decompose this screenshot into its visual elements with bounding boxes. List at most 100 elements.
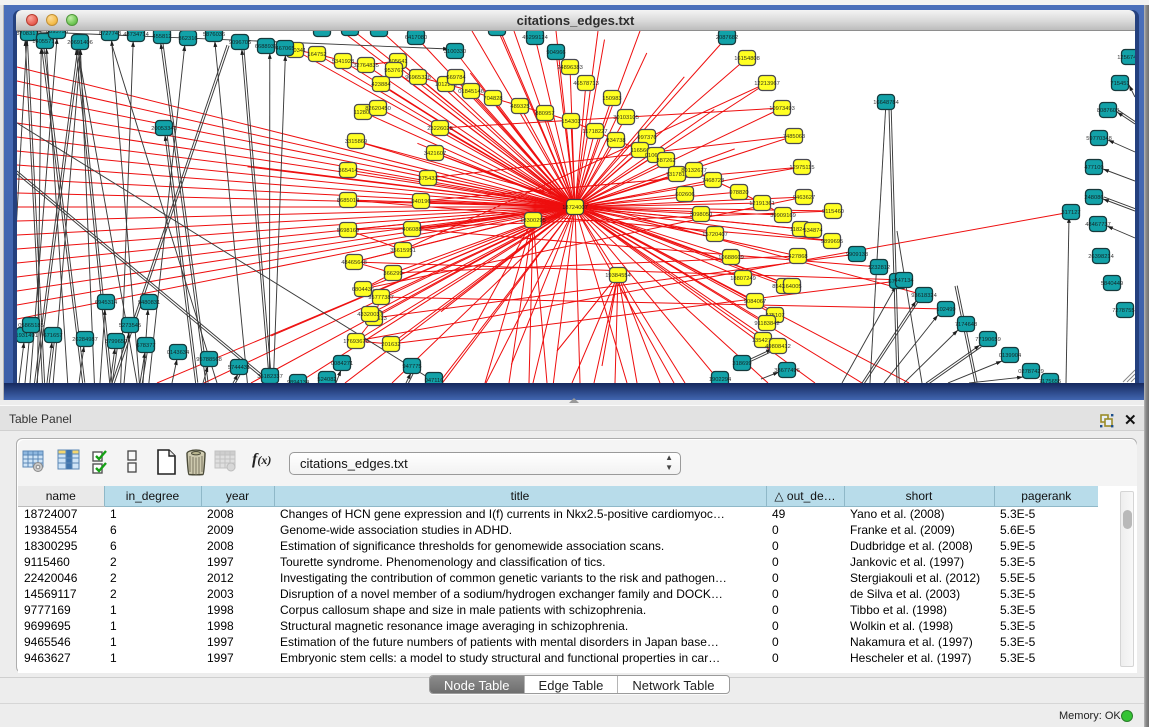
svg-text:95788568: 95788568 bbox=[196, 357, 222, 363]
svg-text:2087682: 2087682 bbox=[716, 35, 738, 41]
svg-text:602606: 602606 bbox=[675, 192, 694, 198]
svg-text:46578713: 46578713 bbox=[573, 81, 599, 87]
svg-text:48465648: 48465648 bbox=[341, 260, 367, 266]
svg-text:5698169: 5698169 bbox=[337, 228, 359, 234]
svg-text:318699: 318699 bbox=[732, 361, 751, 367]
svg-text:427868: 427868 bbox=[788, 254, 807, 260]
svg-text:423884: 423884 bbox=[371, 82, 391, 88]
svg-text:18724007: 18724007 bbox=[562, 205, 588, 211]
svg-text:82620450: 82620450 bbox=[365, 106, 391, 112]
svg-text:880957: 880957 bbox=[535, 111, 554, 117]
svg-text:11718227: 11718227 bbox=[582, 129, 607, 135]
svg-text:12975115: 12975115 bbox=[789, 165, 814, 171]
svg-text:93618324: 93618324 bbox=[911, 293, 937, 299]
svg-text:154303: 154303 bbox=[561, 119, 580, 125]
svg-text:0139904: 0139904 bbox=[999, 353, 1022, 359]
svg-text:1232812: 1232812 bbox=[868, 265, 890, 271]
svg-text:02787429: 02787429 bbox=[1018, 369, 1044, 375]
svg-text:704828: 704828 bbox=[483, 96, 502, 102]
svg-text:317127: 317127 bbox=[1061, 210, 1080, 216]
svg-text:91183842: 91183842 bbox=[754, 321, 779, 327]
svg-text:19384554: 19384554 bbox=[605, 273, 631, 279]
svg-text:953767: 953767 bbox=[384, 68, 403, 74]
svg-text:5273545: 5273545 bbox=[119, 323, 141, 329]
svg-text:3100330: 3100330 bbox=[444, 49, 466, 55]
svg-text:26398214: 26398214 bbox=[1088, 254, 1114, 260]
svg-text:834738: 834738 bbox=[606, 138, 625, 144]
svg-text:32764835: 32764835 bbox=[353, 63, 379, 69]
svg-text:23226025: 23226025 bbox=[427, 126, 453, 132]
svg-text:947775: 947775 bbox=[402, 364, 421, 370]
svg-text:8087603: 8087603 bbox=[1097, 108, 1119, 114]
svg-text:201632: 201632 bbox=[381, 342, 400, 348]
svg-text:477109: 477109 bbox=[1084, 165, 1103, 171]
svg-text:7174648: 7174648 bbox=[955, 322, 977, 328]
svg-text:10688609: 10688609 bbox=[718, 255, 744, 261]
svg-text:150983: 150983 bbox=[602, 96, 621, 102]
svg-text:5744431: 5744431 bbox=[228, 365, 250, 371]
svg-text:6688937: 6688937 bbox=[255, 44, 277, 50]
svg-text:15720407: 15720407 bbox=[702, 232, 728, 238]
svg-text:20053346: 20053346 bbox=[151, 126, 177, 132]
svg-text:669784: 669784 bbox=[446, 75, 466, 81]
svg-text:6945314: 6945314 bbox=[95, 300, 118, 306]
svg-text:715451: 715451 bbox=[1110, 81, 1129, 87]
svg-text:72787558: 72787558 bbox=[1112, 308, 1135, 314]
svg-text:26284987: 26284987 bbox=[72, 337, 98, 343]
svg-text:3098050: 3098050 bbox=[690, 212, 712, 218]
svg-text:16648784: 16648784 bbox=[873, 100, 899, 106]
svg-text:17693676: 17693676 bbox=[343, 339, 369, 345]
svg-text:6537556: 6537556 bbox=[368, 31, 390, 33]
svg-text:9084067: 9084067 bbox=[744, 299, 766, 305]
svg-text:447134: 447134 bbox=[894, 278, 914, 284]
svg-text:6804436: 6804436 bbox=[352, 287, 374, 293]
svg-text:0143634: 0143634 bbox=[167, 350, 190, 356]
svg-text:9463627: 9463627 bbox=[793, 195, 815, 201]
svg-text:96965328: 96965328 bbox=[405, 75, 431, 81]
svg-text:8895798: 8895798 bbox=[46, 31, 68, 35]
svg-text:38677496: 38677496 bbox=[774, 368, 800, 374]
svg-text:45299124: 45299124 bbox=[522, 35, 548, 41]
svg-text:5876036: 5876036 bbox=[203, 32, 225, 38]
svg-text:80132677: 80132677 bbox=[681, 168, 707, 174]
svg-text:20691406: 20691406 bbox=[67, 40, 93, 46]
svg-text:90162720: 90162720 bbox=[337, 31, 363, 32]
svg-text:12213967: 12213967 bbox=[754, 81, 780, 87]
svg-text:31931491: 31931491 bbox=[17, 333, 38, 339]
svg-text:24896383: 24896383 bbox=[557, 65, 583, 71]
svg-text:35615951: 35615951 bbox=[390, 248, 416, 254]
svg-text:18807249: 18807249 bbox=[730, 276, 756, 282]
svg-text:12191361: 12191361 bbox=[749, 201, 775, 207]
svg-text:997376: 997376 bbox=[637, 135, 656, 141]
svg-text:18300295: 18300295 bbox=[520, 218, 546, 224]
svg-text:6417080: 6417080 bbox=[405, 35, 427, 41]
svg-text:366299: 366299 bbox=[383, 271, 402, 277]
svg-text:102499: 102499 bbox=[936, 307, 955, 313]
svg-text:978820: 978820 bbox=[729, 190, 748, 196]
svg-text:678377: 678377 bbox=[136, 343, 155, 349]
svg-text:455812: 455812 bbox=[152, 34, 171, 40]
svg-text:9909133: 9909133 bbox=[846, 252, 868, 258]
svg-text:35182337: 35182337 bbox=[257, 374, 283, 380]
svg-text:30103105: 30103105 bbox=[613, 115, 639, 121]
svg-text:362316: 362316 bbox=[178, 36, 197, 42]
svg-text:164005: 164005 bbox=[782, 284, 801, 290]
svg-text:10973493: 10973493 bbox=[769, 106, 795, 112]
svg-text:77190659: 77190659 bbox=[975, 337, 1001, 343]
svg-text:7485063: 7485063 bbox=[783, 134, 805, 140]
svg-text:23271937: 23271937 bbox=[484, 31, 510, 32]
svg-text:14055717: 14055717 bbox=[32, 39, 58, 45]
svg-text:48467737: 48467737 bbox=[1085, 222, 1111, 228]
svg-text:59770348: 59770348 bbox=[1086, 136, 1112, 142]
svg-text:16154808: 16154808 bbox=[734, 56, 760, 62]
svg-text:0084271: 0084271 bbox=[331, 361, 353, 367]
svg-text:05865185: 05865185 bbox=[18, 323, 44, 329]
svg-text:3799650: 3799650 bbox=[105, 339, 127, 345]
svg-text:95777387: 95777387 bbox=[368, 295, 394, 301]
svg-text:9115460: 9115460 bbox=[822, 209, 844, 215]
svg-text:248086: 248086 bbox=[1084, 195, 1103, 201]
svg-text:39909169: 39909169 bbox=[770, 213, 796, 219]
svg-text:3421607: 3421607 bbox=[424, 151, 446, 157]
svg-text:48734714: 48734714 bbox=[123, 32, 149, 38]
svg-text:12567468: 12567468 bbox=[1117, 55, 1135, 61]
